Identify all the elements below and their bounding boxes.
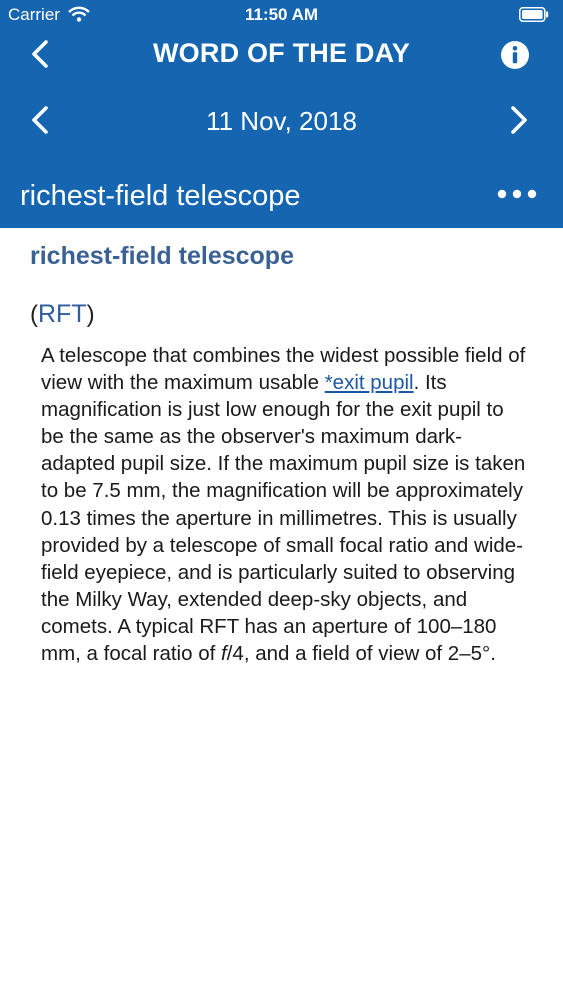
chevron-right-icon[interactable] [503,102,533,138]
info-icon[interactable] [500,40,530,70]
more-dots-icon[interactable] [497,188,537,200]
navigation-bar: WORD OF THE DAY [0,32,563,76]
status-bar: Carrier 11:50 AM [0,0,563,30]
entry-abbreviation: (RFT) [30,300,95,329]
term-bar: richest-field telescope [0,176,563,220]
date-label: 11 Nov, 2018 [206,106,357,136]
term-title: richest-field telescope [20,180,301,212]
page-title: WORD OF THE DAY [152,38,410,68]
abbr-open: ( [30,301,38,328]
definition-text-part1: A telescope that combines the widest pos… [41,344,526,395]
header: Carrier 11:50 AM WORD OF THE DAY 11 Nov,… [0,0,563,228]
abbr-close: ) [86,301,95,328]
date-bar: 11 Nov, 2018 [0,98,563,142]
exit-pupil-link[interactable]: *exit pupil [325,371,414,394]
definition-text-part3: /4, and a field of view of 2–5°. [226,642,496,666]
status-time: 11:50 AM [244,5,319,24]
definition-text-part2: . Its magnification is just low enough f… [41,371,526,666]
entry-definition: A telescope that combines the widest pos… [41,342,531,667]
entry-headword: richest-field telescope [30,242,294,270]
battery-icon [519,7,549,22]
abbr-text: RFT [38,300,87,328]
